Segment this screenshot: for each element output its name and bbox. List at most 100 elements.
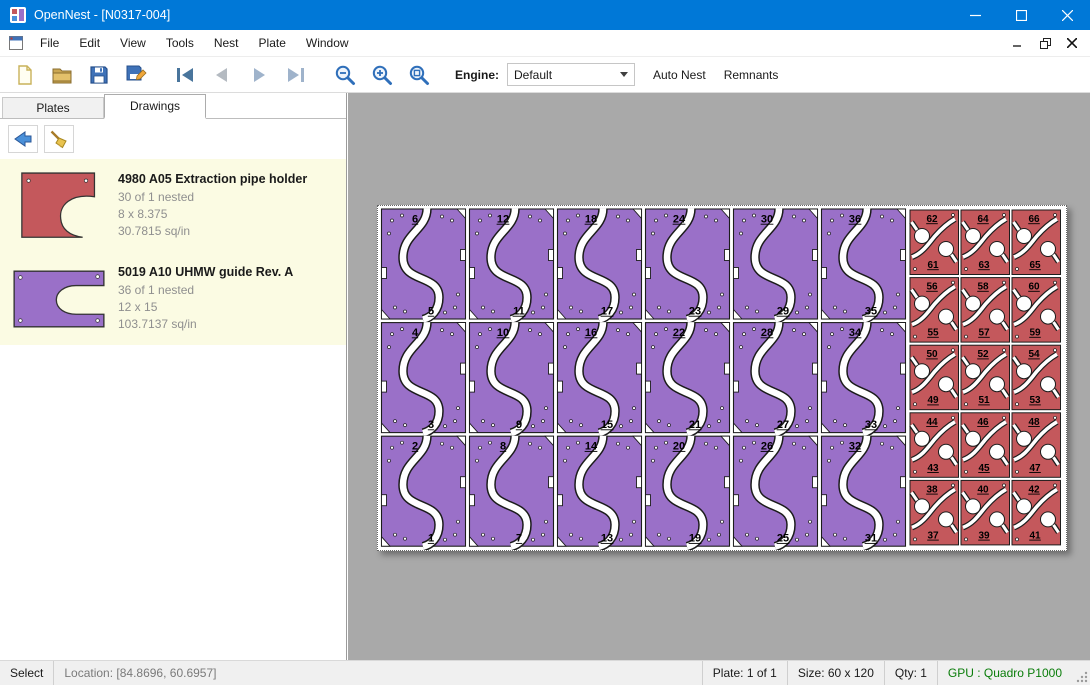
tab-plates[interactable]: Plates <box>2 97 104 118</box>
title-bar: OpenNest - [N0317-004] <box>0 0 1090 30</box>
nested-part-pair-guide[interactable]: 2827 <box>734 322 818 433</box>
nested-part-pair-holder[interactable]: 5251 <box>961 345 1010 410</box>
nested-part-pair-guide[interactable]: 109 <box>470 322 554 433</box>
drawing-area: 103.7137 sq/in <box>118 316 293 332</box>
maximize-button[interactable] <box>998 0 1044 30</box>
zoom-in-button[interactable] <box>363 60 400 90</box>
resize-grip[interactable] <box>1072 661 1090 685</box>
last-plate-button[interactable] <box>277 60 314 90</box>
part-number: 32 <box>849 441 861 453</box>
next-plate-button[interactable] <box>240 60 277 90</box>
part-number: 22 <box>673 327 685 339</box>
open-folder-button[interactable] <box>43 60 80 90</box>
status-plate: Plate: 1 of 1 <box>702 661 787 685</box>
part-number: 10 <box>497 327 509 339</box>
status-size: Size: 60 x 120 <box>787 661 884 685</box>
menu-tools[interactable]: Tools <box>156 30 204 56</box>
part-number: 7 <box>516 533 522 545</box>
nested-part-pair-guide[interactable]: 2423 <box>646 209 730 320</box>
status-bar: Select Location: [84.8696, 60.6957] Plat… <box>0 660 1090 685</box>
nested-part-pair-holder[interactable]: 4241 <box>1012 480 1061 545</box>
zoom-fit-button[interactable] <box>400 60 437 90</box>
nested-part-pair-guide[interactable]: 3231 <box>822 436 906 547</box>
nested-part-pair-holder[interactable]: 6261 <box>910 210 959 275</box>
nested-part-pair-holder[interactable]: 3837 <box>910 480 959 545</box>
plate-svg[interactable]: 6512111817242330293635431091615222128273… <box>378 206 1066 550</box>
tab-drawings[interactable]: Drawings <box>104 94 206 119</box>
previous-plate-button[interactable] <box>203 60 240 90</box>
nested-part-pair-holder[interactable]: 4847 <box>1012 413 1061 478</box>
nest-canvas[interactable]: 6512111817242330293635431091615222128273… <box>348 93 1090 660</box>
menu-view[interactable]: View <box>110 30 156 56</box>
drawing-title: 5019 A10 UHMW guide Rev. A <box>118 265 293 279</box>
mdi-close-icon[interactable] <box>1060 33 1084 53</box>
nested-part-pair-guide[interactable]: 3029 <box>734 209 818 320</box>
main-toolbar: Engine: Default Auto Nest Remnants <box>0 57 1090 93</box>
nested-part-pair-guide[interactable]: 21 <box>382 436 466 547</box>
nested-part-pair-guide[interactable]: 2625 <box>734 436 818 547</box>
nested-part-pair-holder[interactable]: 6665 <box>1012 210 1061 275</box>
nested-part-pair-holder[interactable]: 6463 <box>961 210 1010 275</box>
nested-part-pair-guide[interactable]: 1817 <box>558 209 642 320</box>
menu-plate[interactable]: Plate <box>249 30 296 56</box>
plate[interactable]: 6512111817242330293635431091615222128273… <box>377 205 1067 551</box>
window-title: OpenNest - [N0317-004] <box>34 8 170 22</box>
nested-part-pair-guide[interactable]: 43 <box>382 322 466 433</box>
part-number: 36 <box>849 214 861 226</box>
nested-part-pair-holder[interactable]: 4039 <box>961 480 1010 545</box>
first-plate-button[interactable] <box>166 60 203 90</box>
drawing-item-holder[interactable]: 4980 A05 Extraction pipe holder 30 of 1 … <box>0 159 346 252</box>
broom-button[interactable] <box>44 125 74 153</box>
drawing-area: 30.7815 sq/in <box>118 223 307 239</box>
nested-part-pair-holder[interactable]: 5857 <box>961 278 1010 343</box>
zoom-out-button[interactable] <box>326 60 363 90</box>
auto-nest-button[interactable]: Auto Nest <box>653 68 706 82</box>
menu-edit[interactable]: Edit <box>69 30 110 56</box>
part-thumbnail-guide <box>0 264 118 334</box>
chevron-down-icon <box>620 72 628 77</box>
nested-part-pair-guide[interactable]: 2019 <box>646 436 730 547</box>
status-location: Location: [84.8696, 60.6957] <box>54 661 226 685</box>
nested-part-pair-guide[interactable]: 34 33 <box>822 322 906 433</box>
nested-part-pair-holder[interactable]: 5453 <box>1012 345 1061 410</box>
drawing-item-text: 5019 A10 UHMW guide Rev. A 36 of 1 neste… <box>118 265 293 332</box>
drawing-item-guide[interactable]: 5019 A10 UHMW guide Rev. A 36 of 1 neste… <box>0 252 346 345</box>
menu-file[interactable]: File <box>30 30 69 56</box>
nested-part-pair-holder[interactable]: 4443 <box>910 413 959 478</box>
save-button[interactable] <box>80 60 117 90</box>
mdi-minimize-icon[interactable] <box>1006 33 1030 53</box>
nested-part-pair-guide[interactable]: 1615 <box>558 322 642 433</box>
nested-part-pair-guide[interactable]: 65 <box>382 209 466 320</box>
nested-part-pair-holder[interactable]: 6059 <box>1012 278 1061 343</box>
nested-part-pair-guide[interactable]: 87 <box>470 436 554 547</box>
engine-label: Engine: <box>455 68 499 82</box>
menu-nest[interactable]: Nest <box>204 30 249 56</box>
part-number: 24 <box>673 214 686 226</box>
part-number: 34 <box>849 327 862 339</box>
nested-part-pair-holder[interactable]: 5049 <box>910 345 959 410</box>
nested-part-pair-guide[interactable]: 1413 <box>558 436 642 547</box>
status-qty: Qty: 1 <box>884 661 937 685</box>
nested-part-pair-holder[interactable]: 4645 <box>961 413 1010 478</box>
menu-window[interactable]: Window <box>296 30 359 56</box>
save-as-button[interactable] <box>117 60 154 90</box>
window-controls <box>952 0 1090 30</box>
engine-dropdown[interactable]: Default <box>507 63 635 86</box>
part-number: 28 <box>761 327 773 339</box>
nested-part-pair-guide[interactable]: 3635 <box>822 209 906 320</box>
new-document-button[interactable] <box>6 60 43 90</box>
nested-part-pair-guide[interactable]: 2221 <box>646 322 730 433</box>
part-number: 16 <box>585 327 597 339</box>
nested-part-pair-holder[interactable]: 5655 <box>910 278 959 343</box>
close-button[interactable] <box>1044 0 1090 30</box>
remnants-button[interactable]: Remnants <box>724 68 779 82</box>
mdi-restore-icon[interactable] <box>1033 33 1057 53</box>
minimize-button[interactable] <box>952 0 998 30</box>
part-number: 29 <box>777 306 789 318</box>
drawing-size: 12 x 15 <box>118 299 293 315</box>
drawing-size: 8 x 8.375 <box>118 206 307 222</box>
nested-part-pair-guide[interactable]: 1211 <box>470 209 554 320</box>
part-number: 33 <box>865 419 877 431</box>
part-number: 15 <box>601 419 613 431</box>
back-arrow-button[interactable] <box>8 125 38 153</box>
